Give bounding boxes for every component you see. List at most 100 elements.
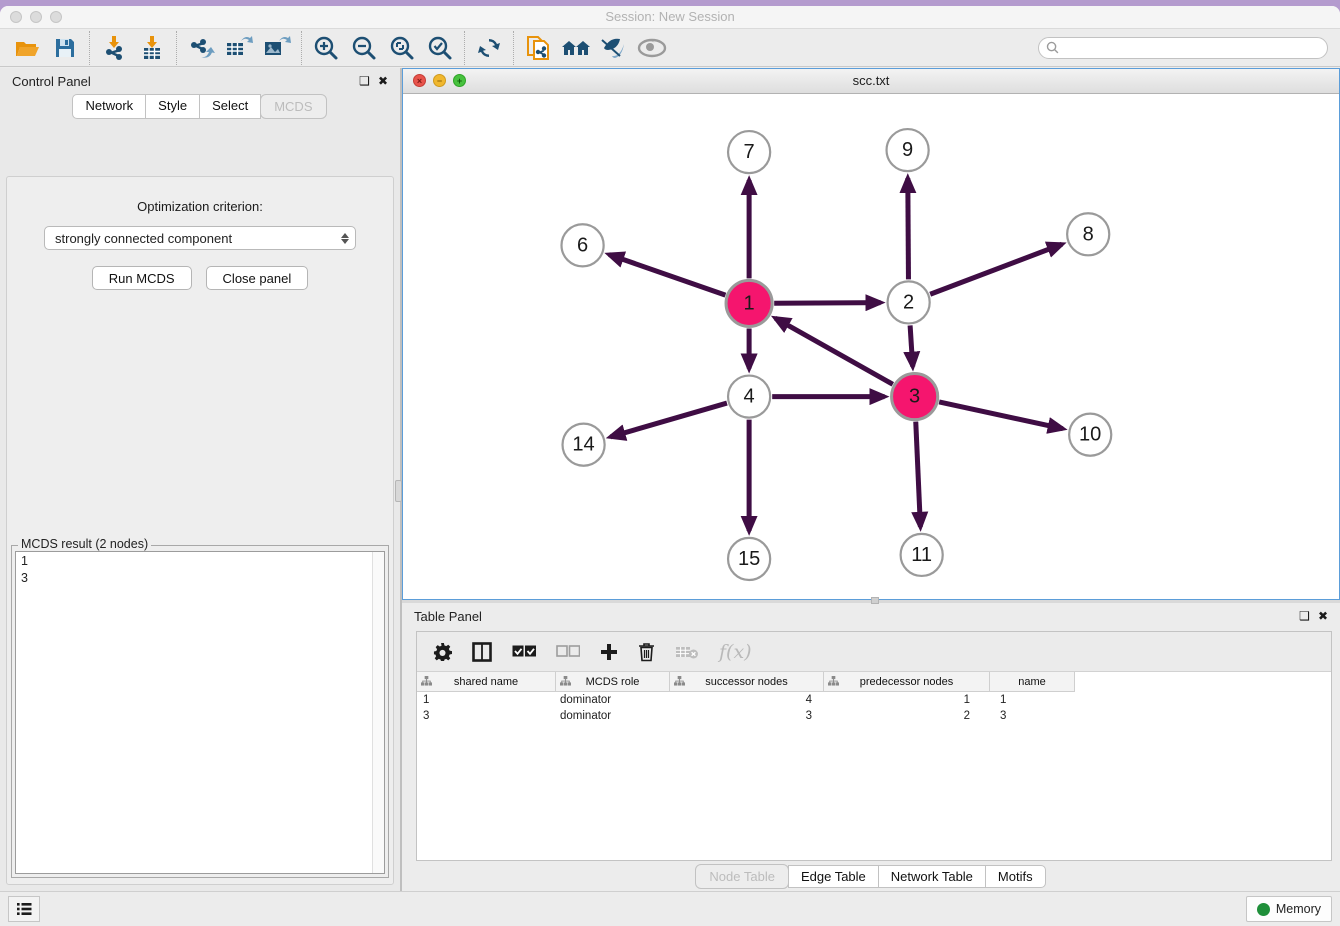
cell-successor-nodes[interactable]: 3	[670, 708, 824, 724]
panel-splitter-grip[interactable]	[395, 480, 402, 502]
zoom-out-icon[interactable]	[345, 32, 383, 64]
open-session-icon[interactable]	[8, 32, 46, 64]
node-10[interactable]: 10	[1069, 414, 1111, 456]
cell-mcds-role[interactable]: dominator	[556, 708, 670, 724]
export-image-icon[interactable]	[258, 32, 296, 64]
network-canvas[interactable]: 7 9 6 8 1 2 4 3 14 10 15 11	[403, 94, 1339, 599]
node-label-15: 15	[738, 548, 760, 570]
table-settings-icon[interactable]	[433, 642, 452, 661]
edge-3-11[interactable]	[916, 422, 921, 527]
search-input[interactable]	[1059, 41, 1320, 55]
cell-predecessor-nodes[interactable]: 1	[824, 692, 990, 708]
column-header-name[interactable]: name	[990, 672, 1075, 692]
edge-4-14[interactable]	[611, 403, 727, 437]
tab-select[interactable]: Select	[199, 94, 261, 119]
memory-label: Memory	[1276, 902, 1321, 916]
application-window: Session: New Session	[0, 6, 1340, 926]
mcds-result-text[interactable]: 1 3	[15, 551, 385, 874]
node-15[interactable]: 15	[728, 538, 770, 580]
split-view-icon[interactable]	[472, 642, 492, 662]
node-label-2: 2	[903, 291, 914, 313]
tab-network[interactable]: Network	[72, 94, 146, 119]
minimize-window-icon[interactable]	[30, 11, 42, 23]
export-network-icon[interactable]	[182, 32, 220, 64]
delete-column-icon[interactable]	[638, 642, 655, 662]
task-history-button[interactable]	[8, 896, 40, 922]
tab-style[interactable]: Style	[145, 94, 200, 119]
node-2[interactable]: 2	[888, 281, 930, 323]
clone-network-icon[interactable]	[519, 32, 557, 64]
table-row-0[interactable]: 1dominator411	[417, 692, 1331, 708]
select-all-icon[interactable]	[512, 645, 536, 658]
close-panel-icon[interactable]: ✖	[378, 75, 388, 87]
splitter-grip-icon[interactable]	[871, 597, 879, 604]
minimize-network-icon[interactable]: −	[433, 74, 446, 87]
node-6[interactable]: 6	[562, 224, 604, 266]
edge-3-10[interactable]	[939, 402, 1063, 429]
window-controls[interactable]	[10, 11, 62, 23]
float-table-panel-icon[interactable]: ❑	[1299, 610, 1310, 622]
save-session-icon[interactable]	[46, 32, 84, 64]
edge-2-9[interactable]	[908, 178, 909, 279]
edge-2-3[interactable]	[910, 325, 913, 366]
close-network-icon[interactable]: ×	[413, 74, 426, 87]
node-3[interactable]: 3	[892, 374, 938, 420]
table-row-1[interactable]: 3dominator323	[417, 708, 1331, 724]
close-table-panel-icon[interactable]: ✖	[1318, 610, 1328, 622]
result-scrollbar[interactable]	[372, 552, 384, 873]
node-14[interactable]: 14	[563, 424, 605, 466]
node-8[interactable]: 8	[1067, 213, 1109, 255]
criterion-dropdown[interactable]: strongly connected component	[44, 226, 356, 250]
close-panel-button[interactable]: Close panel	[206, 266, 309, 290]
first-neighbors-icon[interactable]	[557, 32, 595, 64]
zoom-selected-icon[interactable]	[421, 32, 459, 64]
float-panel-icon[interactable]: ❑	[359, 75, 370, 87]
create-column-icon[interactable]	[600, 643, 618, 661]
zoom-in-icon[interactable]	[307, 32, 345, 64]
zoom-window-icon[interactable]	[50, 11, 62, 23]
edge-2-8[interactable]	[930, 244, 1062, 294]
tab-network-table[interactable]: Network Table	[878, 865, 986, 888]
horizontal-splitter[interactable]	[402, 600, 1340, 603]
edge-1-2[interactable]	[774, 303, 880, 304]
style-brush-icon[interactable]	[595, 32, 633, 64]
node-1[interactable]: 1	[726, 280, 772, 326]
cell-mcds-role[interactable]: dominator	[556, 692, 670, 708]
node-9[interactable]: 9	[887, 129, 929, 171]
run-mcds-button[interactable]: Run MCDS	[92, 266, 192, 290]
node-label-14: 14	[572, 434, 594, 456]
cell-successor-nodes[interactable]: 4	[670, 692, 824, 708]
import-network-icon[interactable]	[95, 32, 133, 64]
column-header-predecessor-nodes[interactable]: predecessor nodes	[824, 672, 990, 692]
cell-predecessor-nodes[interactable]: 2	[824, 708, 990, 724]
close-window-icon[interactable]	[10, 11, 22, 23]
edge-3-1[interactable]	[775, 318, 892, 384]
cell-shared-name[interactable]: 3	[417, 708, 556, 724]
column-header-successor-nodes[interactable]: successor nodes	[670, 672, 824, 692]
cell-name[interactable]: 3	[990, 708, 1075, 724]
column-header-mcds-role[interactable]: MCDS role	[556, 672, 670, 692]
column-header-shared-name[interactable]: shared name	[417, 672, 556, 692]
maximize-network-icon[interactable]: +	[453, 74, 466, 87]
cell-shared-name[interactable]: 1	[417, 692, 556, 708]
tab-node-table[interactable]: Node Table	[695, 864, 789, 889]
search-box[interactable]	[1038, 37, 1328, 59]
node-4[interactable]: 4	[728, 376, 770, 418]
tab-mcds[interactable]: MCDS	[260, 94, 326, 119]
zoom-fit-icon[interactable]	[383, 32, 421, 64]
cell-name[interactable]: 1	[990, 692, 1075, 708]
apply-layout-icon[interactable]	[470, 32, 508, 64]
network-window-controls[interactable]: × − +	[413, 74, 466, 87]
export-table-icon[interactable]	[220, 32, 258, 64]
node-11[interactable]: 11	[901, 534, 943, 576]
node-7[interactable]: 7	[728, 131, 770, 173]
toolbar-separator	[513, 31, 514, 65]
deselect-all-icon[interactable]	[556, 645, 580, 658]
tab-motifs[interactable]: Motifs	[985, 865, 1046, 888]
edge-1-6[interactable]	[609, 255, 725, 296]
node-label-6: 6	[577, 234, 588, 256]
memory-button[interactable]: Memory	[1246, 896, 1332, 922]
import-table-icon[interactable]	[133, 32, 171, 64]
tab-edge-table[interactable]: Edge Table	[788, 865, 879, 888]
level-of-detail-icon[interactable]	[633, 32, 671, 64]
